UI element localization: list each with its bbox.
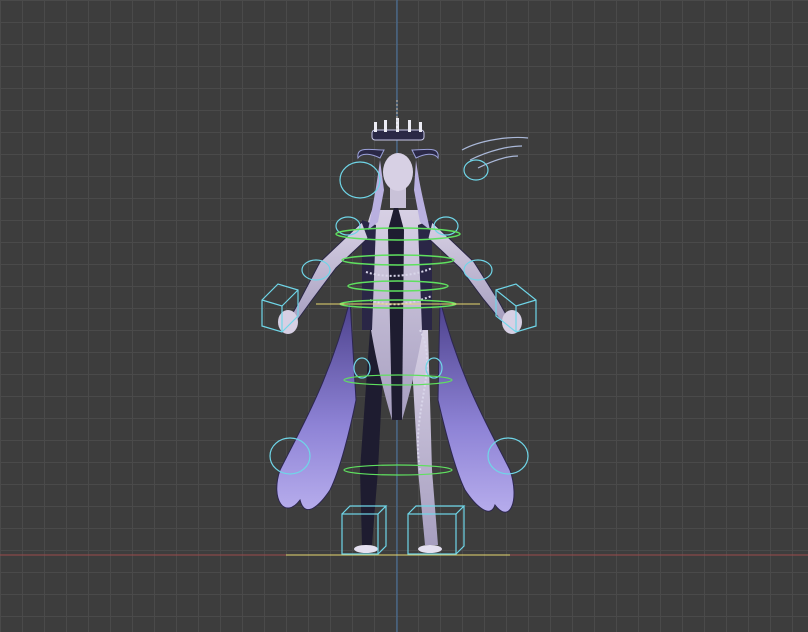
head — [383, 153, 413, 191]
character-model[interactable] — [276, 118, 522, 553]
shoulder-r-control[interactable] — [433, 216, 459, 236]
scene — [0, 0, 808, 632]
left-horn — [357, 148, 385, 160]
right-horn — [411, 148, 439, 160]
right-heel — [418, 545, 442, 553]
right-hand — [502, 310, 522, 334]
eye-target-control[interactable] — [461, 136, 529, 169]
cape-right — [437, 299, 515, 513]
eye-target-ring[interactable] — [463, 159, 489, 181]
left-heel — [354, 545, 378, 553]
3d-viewport[interactable] — [0, 0, 808, 632]
head-control[interactable] — [339, 161, 381, 199]
left-hand — [278, 310, 298, 334]
